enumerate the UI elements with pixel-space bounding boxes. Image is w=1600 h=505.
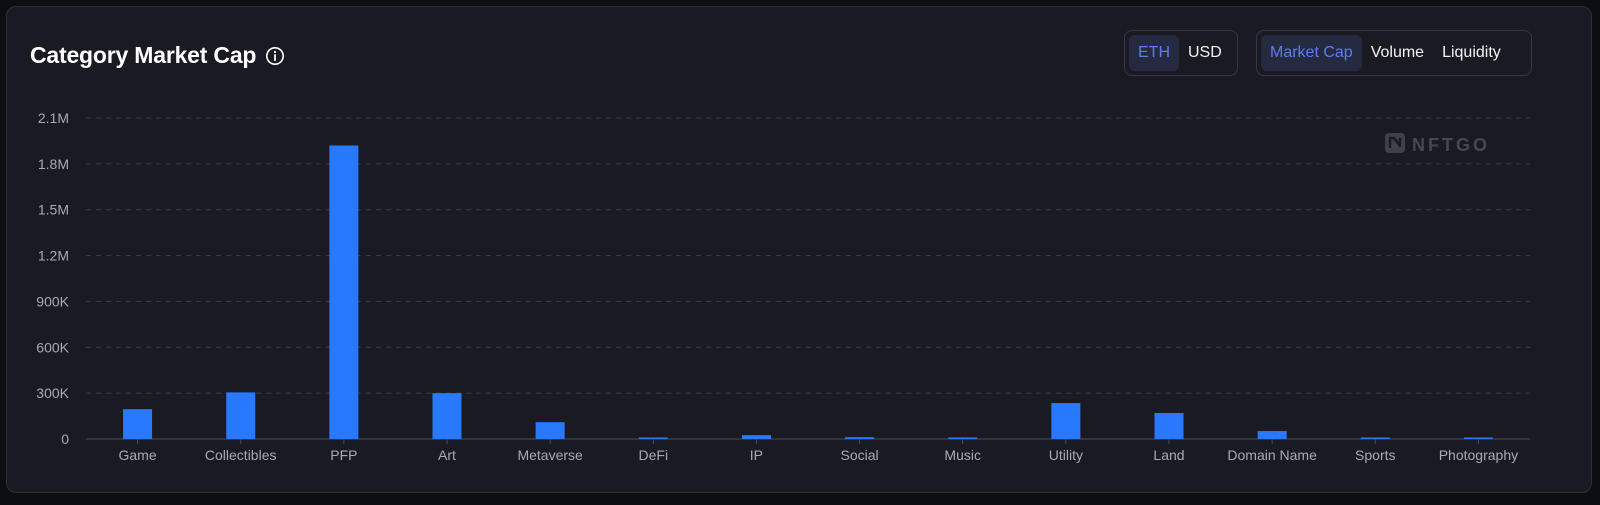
bar-photography (1463, 437, 1493, 439)
watermark: NFTGO (1384, 132, 1490, 159)
bar-collectibles (226, 392, 256, 439)
y-tick-label: 2.1M (38, 110, 69, 126)
bar-metaverse (535, 422, 565, 439)
x-tick-label: Domain Name (1227, 447, 1317, 463)
bar-pfp (329, 145, 359, 439)
y-tick-label: 1.8M (38, 156, 69, 172)
nftgo-logo-icon (1384, 132, 1406, 159)
x-tick-label: Photography (1439, 447, 1518, 463)
bar-ip (741, 435, 771, 439)
bar-music (948, 437, 978, 439)
x-tick-label: Social (841, 447, 879, 463)
x-tick-label: Sports (1355, 447, 1395, 463)
x-tick-label: Land (1153, 447, 1184, 463)
x-tick-label: DeFi (639, 447, 669, 463)
bar-defi (638, 437, 668, 439)
y-tick-label: 300K (36, 385, 69, 401)
x-tick-label: PFP (330, 447, 357, 463)
watermark-text: NFTGO (1412, 135, 1490, 155)
bar-utility (1051, 403, 1081, 439)
x-tick-label: Art (438, 447, 456, 463)
x-tick-label: Music (944, 447, 981, 463)
x-tick-label: Game (119, 447, 157, 463)
x-tick-label: Utility (1049, 447, 1083, 463)
bar-art (432, 393, 462, 439)
x-tick-label: IP (750, 447, 763, 463)
bar-sports (1360, 437, 1390, 439)
y-tick-label: 600K (36, 339, 69, 355)
bar-domain-name (1257, 431, 1287, 439)
bar-land (1154, 413, 1184, 439)
y-tick-label: 1.5M (38, 202, 69, 218)
bar-chart: 0 300K 600K 900K 1.2M 1.5M 1.8M 2.1M Game Collect… (36, 110, 1530, 463)
y-tick-label: 0 (61, 431, 69, 447)
y-tick-label: 1.2M (38, 248, 69, 264)
x-tick-label: Collectibles (205, 447, 277, 463)
bar-game (123, 409, 153, 439)
x-tick-label: Metaverse (517, 447, 583, 463)
bar-social (845, 437, 875, 439)
y-tick-label: 900K (36, 293, 69, 309)
